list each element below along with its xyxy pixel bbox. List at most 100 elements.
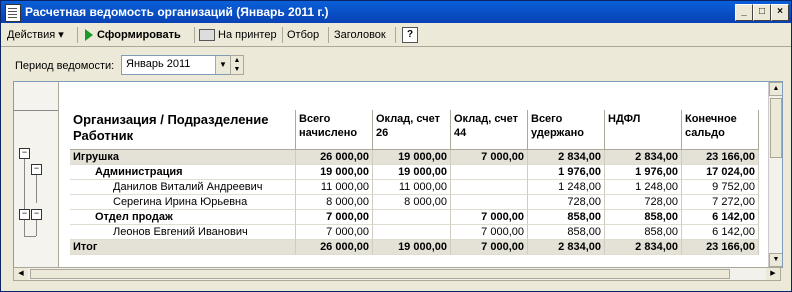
cell-withheld: 2 834,00 bbox=[528, 240, 605, 255]
col-balance[interactable]: Конечное сальдо bbox=[682, 110, 759, 150]
cell-ndfl: 1 248,00 bbox=[605, 180, 682, 195]
minimize-button[interactable]: _ bbox=[735, 4, 753, 21]
help-icon[interactable]: ? bbox=[402, 27, 418, 43]
cell-accrued: 26 000,00 bbox=[296, 150, 373, 165]
cell-name: Серегина Ирина Юрьевна bbox=[70, 195, 296, 210]
scroll-up-icon[interactable]: ▲ bbox=[769, 82, 782, 96]
cell-salary44: 7 000,00 bbox=[451, 225, 528, 240]
vertical-scroll-thumb[interactable] bbox=[770, 98, 782, 158]
tree-gutter: − − − − bbox=[14, 82, 59, 267]
title-bar[interactable]: Расчетная ведомость организаций (Январь … bbox=[1, 1, 791, 23]
cell-balance: 17 024,00 bbox=[682, 165, 759, 180]
maximize-button[interactable]: □ bbox=[753, 4, 771, 21]
cell-salary44 bbox=[451, 195, 528, 210]
cell-accrued: 7 000,00 bbox=[296, 225, 373, 240]
cell-ndfl: 1 976,00 bbox=[605, 165, 682, 180]
col-salary44[interactable]: Оклад, счет 44 bbox=[451, 110, 528, 150]
cell-withheld: 1 976,00 bbox=[528, 165, 605, 180]
cell-accrued: 19 000,00 bbox=[296, 165, 373, 180]
cell-accrued: 7 000,00 bbox=[296, 210, 373, 225]
cell-salary26 bbox=[373, 210, 451, 225]
printer-icon bbox=[199, 29, 215, 42]
col-accrued[interactable]: Всего начислено bbox=[296, 110, 373, 150]
report-table: − − − − Организация / Подразделение Рабо… bbox=[13, 81, 783, 268]
cell-salary26 bbox=[373, 225, 451, 240]
cell-withheld: 858,00 bbox=[528, 225, 605, 240]
cell-ndfl: 858,00 bbox=[605, 225, 682, 240]
cell-balance: 6 142,00 bbox=[682, 225, 759, 240]
cell-balance: 9 752,00 bbox=[682, 180, 759, 195]
tree-collapse-icon[interactable]: − bbox=[31, 164, 42, 175]
cell-name: Данилов Виталий Андреевич bbox=[70, 180, 296, 195]
cell-salary26: 8 000,00 bbox=[373, 195, 451, 210]
cell-withheld: 2 834,00 bbox=[528, 150, 605, 165]
cell-salary26: 19 000,00 bbox=[373, 240, 451, 255]
window-title: Расчетная ведомость организаций (Январь … bbox=[25, 5, 329, 19]
cell-ndfl: 728,00 bbox=[605, 195, 682, 210]
tree-collapse-icon[interactable]: − bbox=[31, 209, 42, 220]
header-button[interactable]: Заголовок bbox=[334, 27, 386, 43]
cell-balance: 6 142,00 bbox=[682, 210, 759, 225]
window-icon bbox=[5, 4, 21, 22]
toolbar: Действия ▾ Сформировать На принтер Отбор… bbox=[1, 24, 791, 47]
tree-collapse-icon[interactable]: − bbox=[19, 148, 30, 159]
report-window: Расчетная ведомость организаций (Январь … bbox=[0, 0, 792, 292]
cell-name: Администрация bbox=[70, 165, 296, 180]
cell-name: Итог bbox=[70, 240, 296, 255]
horizontal-scrollbar[interactable]: ◀ ▶ bbox=[13, 267, 781, 281]
col-salary26[interactable]: Оклад, счет 26 bbox=[373, 110, 451, 150]
cell-salary44: 7 000,00 bbox=[451, 240, 528, 255]
cell-balance: 23 166,00 bbox=[682, 150, 759, 165]
cell-salary26: 19 000,00 bbox=[373, 150, 451, 165]
play-icon bbox=[85, 29, 93, 42]
cell-accrued: 11 000,00 bbox=[296, 180, 373, 195]
cell-salary44 bbox=[451, 180, 528, 195]
print-label: На принтер bbox=[218, 29, 277, 41]
col-withheld[interactable]: Всего удержано bbox=[528, 110, 605, 150]
cell-balance: 7 272,00 bbox=[682, 195, 759, 210]
tree-collapse-icon[interactable]: − bbox=[19, 209, 30, 220]
print-button[interactable]: На принтер bbox=[199, 27, 277, 43]
dropdown-arrow-icon[interactable]: ▼ bbox=[215, 56, 230, 74]
scroll-right-icon[interactable]: ▶ bbox=[766, 268, 780, 280]
filter-button[interactable]: Отбор bbox=[287, 27, 319, 43]
cell-accrued: 8 000,00 bbox=[296, 195, 373, 210]
cell-salary44: 7 000,00 bbox=[451, 210, 528, 225]
toolbar-separator bbox=[282, 27, 283, 43]
horizontal-scroll-thumb[interactable] bbox=[30, 269, 730, 279]
close-button[interactable]: × bbox=[771, 4, 789, 21]
cell-accrued: 26 000,00 bbox=[296, 240, 373, 255]
actions-menu[interactable]: Действия ▾ bbox=[7, 27, 64, 43]
cell-salary44: 7 000,00 bbox=[451, 150, 528, 165]
cell-withheld: 1 248,00 bbox=[528, 180, 605, 195]
cell-ndfl: 2 834,00 bbox=[605, 150, 682, 165]
cell-withheld: 728,00 bbox=[528, 195, 605, 210]
cell-name: Отдел продаж bbox=[70, 210, 296, 225]
cell-name: Леонов Евгений Иванович bbox=[70, 225, 296, 240]
scroll-left-icon[interactable]: ◀ bbox=[14, 268, 28, 280]
cell-ndfl: 2 834,00 bbox=[605, 240, 682, 255]
col-org-line1: Организация / Подразделение bbox=[73, 112, 269, 127]
toolbar-separator bbox=[328, 27, 329, 43]
generate-button[interactable]: Сформировать bbox=[85, 27, 181, 43]
period-spinner[interactable]: ▲ ▼ bbox=[230, 55, 244, 75]
cell-salary26: 11 000,00 bbox=[373, 180, 451, 195]
col-org[interactable]: Организация / Подразделение Работник bbox=[70, 110, 296, 150]
cell-ndfl: 858,00 bbox=[605, 210, 682, 225]
cell-salary44 bbox=[451, 165, 528, 180]
vertical-scrollbar[interactable]: ▲ ▼ bbox=[768, 82, 782, 267]
toolbar-separator bbox=[77, 27, 78, 43]
period-select[interactable]: Январь 2011 ▼ bbox=[121, 55, 231, 75]
period-label: Период ведомости: bbox=[15, 60, 115, 72]
period-value: Январь 2011 bbox=[126, 58, 191, 70]
col-ndfl[interactable]: НДФЛ bbox=[605, 110, 682, 150]
cell-balance: 23 166,00 bbox=[682, 240, 759, 255]
cell-salary26: 19 000,00 bbox=[373, 165, 451, 180]
generate-label: Сформировать bbox=[97, 29, 181, 41]
toolbar-separator bbox=[395, 27, 396, 43]
toolbar-separator bbox=[194, 27, 195, 43]
scroll-down-icon[interactable]: ▼ bbox=[769, 253, 782, 267]
cell-withheld: 858,00 bbox=[528, 210, 605, 225]
col-org-line2: Работник bbox=[73, 128, 134, 143]
cell-name: Игрушка bbox=[70, 150, 296, 165]
